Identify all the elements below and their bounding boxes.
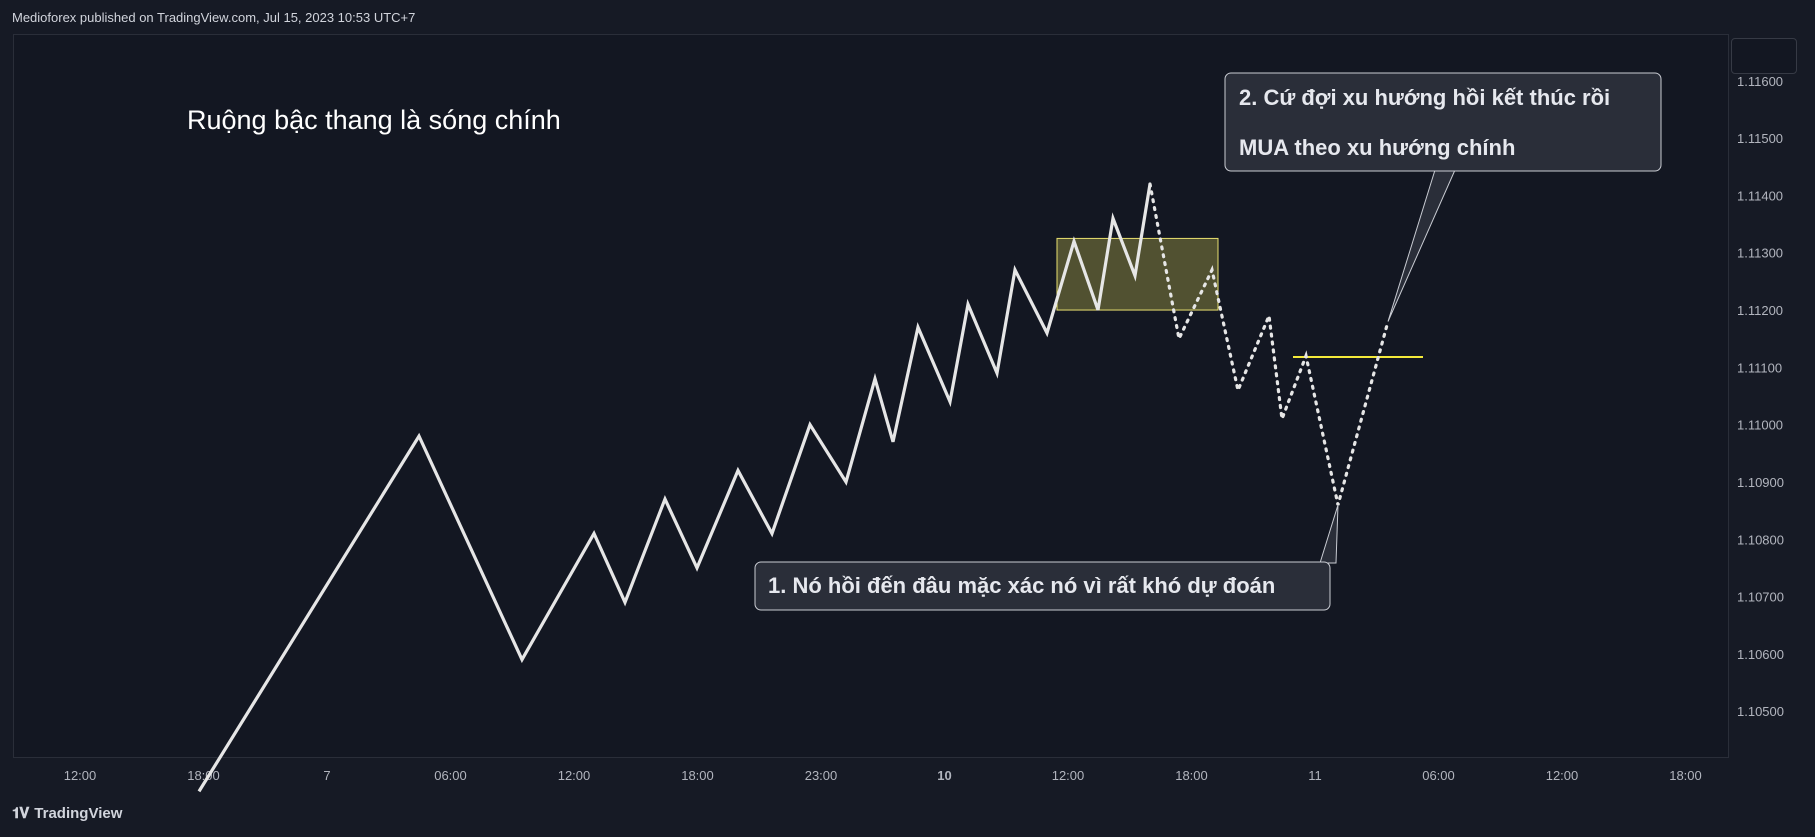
x-axis: 12:00 18:00 7 06:00 12:00 18:00 23:00 10 12:00 18… <box>64 768 1702 783</box>
price-line-projection <box>1148 182 1390 506</box>
y-tick-label: 1.10700 <box>1737 590 1784 605</box>
x-tick-label: 06:00 <box>1422 768 1455 783</box>
x-tick-label: 23:00 <box>805 768 838 783</box>
y-tick-label: 1.11300 <box>1737 246 1783 261</box>
x-tick-label: 12:00 <box>1052 768 1085 783</box>
y-tick-label: 1.11500 <box>1737 131 1783 146</box>
x-tick-label: 7 <box>323 768 330 783</box>
y-tick-label: 1.11100 <box>1737 360 1782 375</box>
y-tick-label: 1.11200 <box>1737 303 1783 318</box>
y-tick-label: 1.10800 <box>1737 532 1784 547</box>
x-tick-label: 12:00 <box>64 768 97 783</box>
brand-name: TradingView <box>34 805 123 822</box>
x-tick-label: 18:00 <box>681 768 714 783</box>
chart-svg[interactable]: 1.11600 1.11500 1.11400 1.11300 1.11200 1.111… <box>0 0 1815 837</box>
footer[interactable]: 𝟏𝐕 TradingView <box>12 805 122 822</box>
price-line-solid <box>197 183 1152 793</box>
y-tick-label: 1.11400 <box>1737 188 1783 203</box>
x-tick-label: 06:00 <box>434 768 467 783</box>
x-tick-label: 18:00 <box>1175 768 1208 783</box>
x-tick-label: 18:00 <box>187 768 220 783</box>
y-tick-label: 1.11600 <box>1737 74 1783 89</box>
x-tick-label: 12:00 <box>558 768 591 783</box>
y-tick-label: 1.10900 <box>1737 475 1784 490</box>
chart-title: Ruộng bậc thang là sóng chính <box>187 105 561 135</box>
callout-2-line2: MUA theo xu hướng chính <box>1239 135 1515 160</box>
x-tick-label: 18:00 <box>1669 768 1702 783</box>
x-tick-label: 12:00 <box>1546 768 1579 783</box>
callout-2[interactable]: 2. Cứ đợi xu hướng hồi kết thúc rồi MUA … <box>1224 72 1662 322</box>
y-tick-label: 1.10600 <box>1737 647 1784 662</box>
callout-1[interactable]: 1. Nó hồi đến đâu mặc xác nó vì rất khó … <box>754 504 1339 611</box>
y-axis: 1.11600 1.11500 1.11400 1.11300 1.11200 1.111… <box>1737 74 1784 719</box>
callout-2-line1: 2. Cứ đợi xu hướng hồi kết thúc rồi <box>1239 85 1610 110</box>
y-tick-label: 1.10500 <box>1737 704 1784 719</box>
x-tick-label: 11 <box>1308 768 1322 783</box>
y-tick-label: 1.11000 <box>1737 418 1783 433</box>
x-tick-label: 10 <box>937 768 951 783</box>
callout-1-text: 1. Nó hồi đến đâu mặc xác nó vì rất khó … <box>768 573 1275 598</box>
consolidation-box[interactable] <box>1056 237 1219 311</box>
tradingview-logo-icon: 𝟏𝐕 <box>12 805 29 822</box>
